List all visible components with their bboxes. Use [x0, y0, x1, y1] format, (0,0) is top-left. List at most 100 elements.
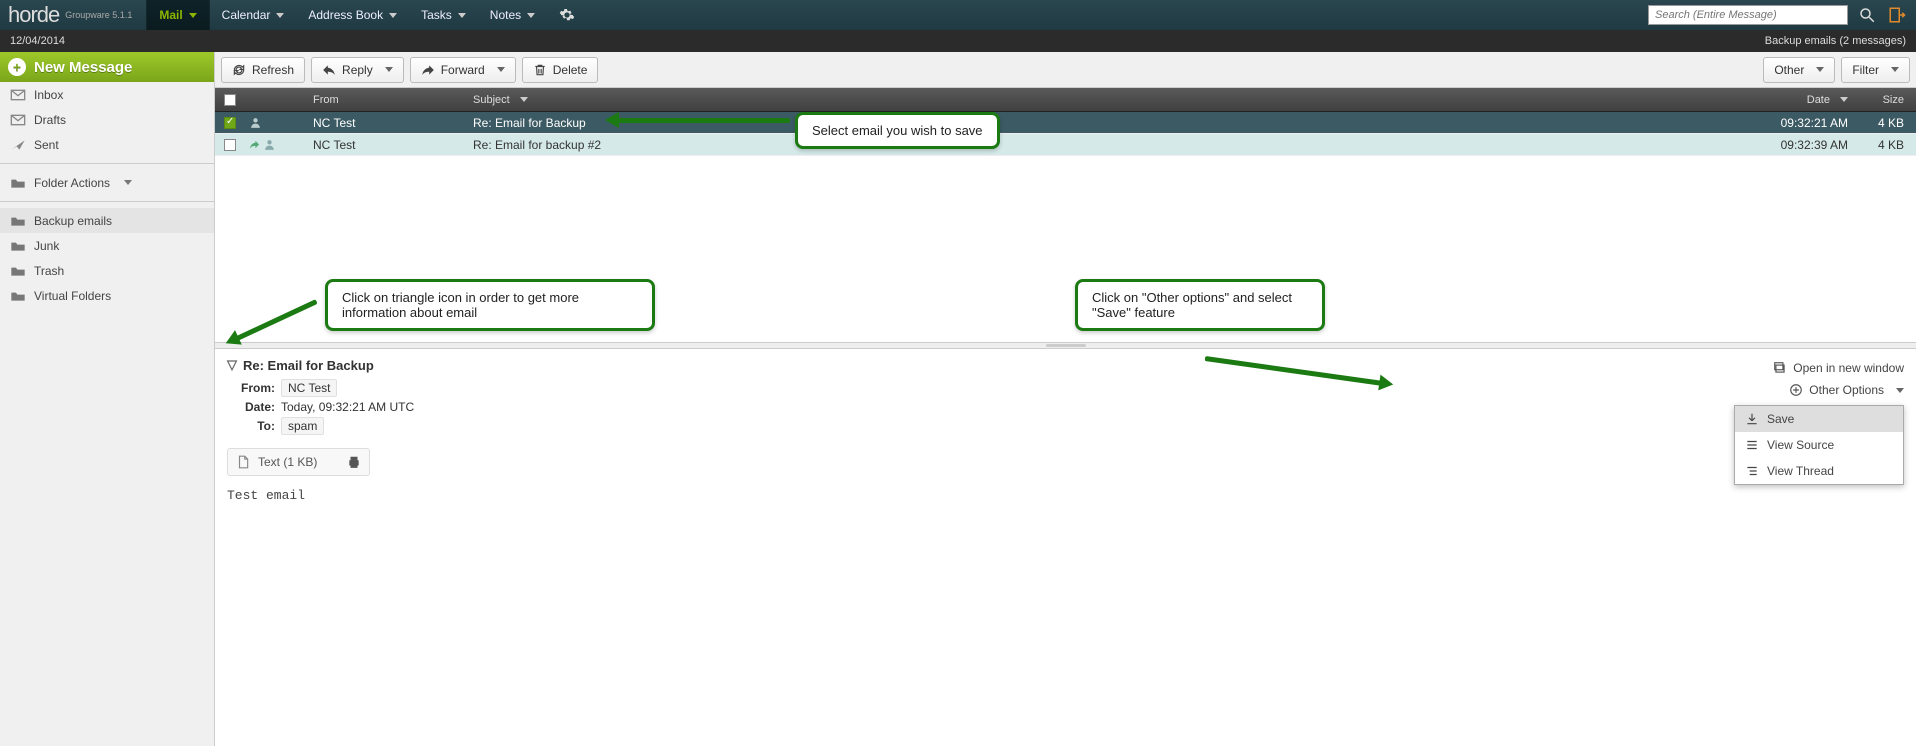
column-from[interactable]: From [305, 94, 465, 106]
reply-icon [322, 63, 336, 77]
to-label: To: [227, 419, 275, 433]
search-input[interactable] [1648, 5, 1848, 25]
download-icon[interactable] [325, 455, 339, 469]
preview-date: Today, 09:32:21 AM UTC [281, 400, 414, 414]
message-row[interactable]: NC Test Re: Email for Backup 09:32:21 AM… [215, 112, 1916, 134]
search-button[interactable] [1856, 4, 1878, 26]
sidebar-folder-virtual[interactable]: Virtual Folders [0, 283, 214, 308]
chevron-down-icon [520, 97, 528, 102]
chevron-down-icon [1896, 388, 1904, 393]
folder-icon [10, 265, 26, 277]
nav-mail[interactable]: Mail [147, 0, 208, 30]
refresh-icon [232, 63, 246, 77]
row-date: 09:32:39 AM [1706, 138, 1856, 152]
other-options-button[interactable]: Other Options [1773, 379, 1904, 401]
row-date: 09:32:21 AM [1706, 116, 1856, 130]
preview-body: Test email [227, 488, 1904, 503]
menu-view-thread[interactable]: View Thread [1735, 458, 1903, 484]
status-folder-info: Backup emails (2 messages) [1765, 35, 1906, 47]
replied-icon [249, 139, 260, 150]
forward-icon [421, 63, 435, 77]
message-row[interactable]: NC Test Re: Email for backup #2 09:32:39… [215, 134, 1916, 156]
inbox-icon [10, 89, 26, 101]
callout-other-options: Click on "Other options" and select "Sav… [1075, 279, 1325, 331]
window-icon [1773, 361, 1787, 375]
refresh-button[interactable]: Refresh [221, 57, 305, 83]
gear-icon [559, 7, 575, 23]
app-logo: horde [0, 2, 65, 28]
other-button[interactable]: Other [1763, 57, 1835, 83]
column-size[interactable]: Size [1856, 94, 1916, 106]
chevron-down-icon [189, 13, 197, 18]
preview-subject: Re: Email for Backup [243, 358, 374, 373]
nav-addressbook[interactable]: Address Book [296, 0, 409, 30]
chevron-down-icon [385, 67, 393, 72]
status-bar: 12/04/2014 Backup emails (2 messages) [0, 30, 1916, 52]
chevron-down-icon [1891, 67, 1899, 72]
delete-button[interactable]: Delete [522, 57, 599, 83]
print-icon[interactable] [347, 455, 361, 469]
forward-button[interactable]: Forward [410, 57, 516, 83]
file-icon [236, 455, 250, 469]
select-all-checkbox[interactable] [215, 94, 245, 106]
download-icon [1745, 412, 1759, 426]
thread-icon [1745, 464, 1759, 478]
pane-splitter[interactable] [215, 342, 1916, 349]
content-area: Refresh Reply Forward Delete Other [215, 52, 1916, 746]
open-new-window-button[interactable]: Open in new window [1773, 357, 1904, 379]
sidebar-folder-actions[interactable]: Folder Actions [0, 170, 214, 195]
sidebar-drafts[interactable]: Drafts [0, 107, 214, 132]
other-options-menu: Save View Source View Thread [1734, 405, 1904, 485]
new-message-label: New Message [34, 59, 132, 76]
plus-circle-icon [1789, 383, 1803, 397]
from-label: From: [227, 381, 275, 395]
app-suite-label: Groupware 5.1.1 [65, 10, 146, 20]
reply-button[interactable]: Reply [311, 57, 404, 83]
sidebar-inbox[interactable]: Inbox [0, 82, 214, 107]
person-icon [249, 116, 262, 129]
person-icon [263, 138, 276, 151]
menu-view-source[interactable]: View Source [1735, 432, 1903, 458]
folder-icon [10, 240, 26, 252]
toggle-details-icon[interactable]: ▽ [227, 357, 237, 373]
row-checkbox[interactable] [224, 139, 236, 151]
column-subject[interactable]: Subject [465, 94, 1706, 106]
sidebar-sent[interactable]: Sent [0, 132, 214, 157]
row-from: NC Test [305, 138, 465, 152]
status-date: 12/04/2014 [10, 35, 65, 47]
sidebar-folder-junk[interactable]: Junk [0, 233, 214, 258]
nav-calendar[interactable]: Calendar [210, 0, 297, 30]
nav-tasks[interactable]: Tasks [409, 0, 478, 30]
row-checkbox[interactable] [224, 117, 236, 129]
preview-to[interactable]: spam [281, 417, 324, 435]
message-preview: ▽ Re: Email for Backup From: NC Test Dat… [215, 349, 1916, 746]
sidebar-folder-backup-emails[interactable]: Backup emails [0, 208, 214, 233]
chevron-down-icon [1816, 67, 1824, 72]
sidebar-folder-trash[interactable]: Trash [0, 258, 214, 283]
top-nav: horde Groupware 5.1.1 Mail Calendar Addr… [0, 0, 1916, 30]
filter-button[interactable]: Filter [1841, 57, 1910, 83]
folder-icon [10, 290, 26, 302]
logout-button[interactable] [1886, 4, 1908, 26]
row-from: NC Test [305, 116, 465, 130]
sidebar: + New Message Inbox Drafts Sent Folder A… [0, 52, 215, 746]
chevron-down-icon [497, 67, 505, 72]
nav-settings[interactable] [547, 0, 587, 30]
column-date[interactable]: Date [1706, 94, 1856, 106]
date-label: Date: [227, 400, 275, 414]
list-icon [1745, 438, 1759, 452]
menu-save[interactable]: Save [1735, 406, 1903, 432]
trash-icon [533, 63, 547, 77]
sent-icon [10, 139, 26, 151]
preview-from[interactable]: NC Test [281, 379, 337, 397]
row-subject: Re: Email for backup #2 [465, 138, 1706, 152]
annotation-arrow [615, 118, 790, 123]
nav-notes[interactable]: Notes [478, 0, 547, 30]
chevron-down-icon [1840, 97, 1848, 102]
plus-icon: + [8, 58, 26, 76]
chevron-down-icon [527, 13, 535, 18]
message-toolbar: Refresh Reply Forward Delete Other [215, 52, 1916, 88]
chevron-down-icon [124, 180, 132, 185]
new-message-button[interactable]: + New Message [0, 52, 214, 82]
search-icon [1858, 6, 1876, 24]
